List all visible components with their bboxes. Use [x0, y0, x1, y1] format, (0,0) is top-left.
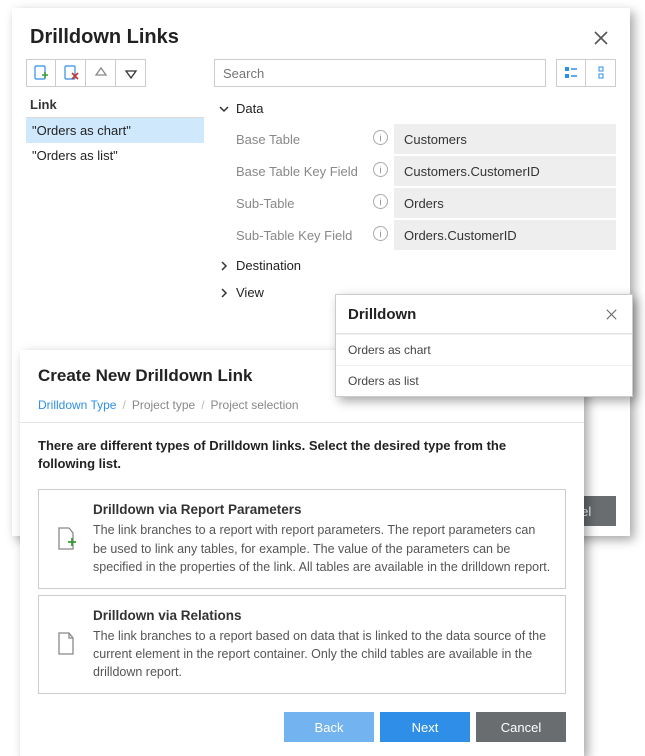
prop-value[interactable]: Customers.CustomerID — [394, 156, 616, 186]
view-alphabetic-button[interactable] — [586, 59, 616, 87]
prop-value[interactable]: Orders.CustomerID — [394, 220, 616, 250]
option-relations[interactable]: Drilldown via Relations The link branche… — [38, 595, 566, 694]
breadcrumb: Drilldown Type/Project type/Project sele… — [20, 394, 584, 423]
breadcrumb-step[interactable]: Drilldown Type — [38, 398, 116, 412]
drilldown-popup: Drilldown Orders as chart Orders as list — [335, 294, 633, 397]
links-header: Link — [26, 93, 204, 118]
document-plus-icon — [53, 502, 79, 575]
option-report-parameters[interactable]: Drilldown via Report Parameters The link… — [38, 489, 566, 588]
section-destination[interactable]: Destination — [214, 252, 616, 279]
properties-panel: Data Base Table i Customers Base Table Ke… — [214, 59, 616, 306]
option-text: The link branches to a report based on d… — [93, 627, 551, 681]
drilldown-item[interactable]: Orders as chart — [336, 334, 632, 365]
section-label: View — [236, 285, 264, 300]
links-panel: Link "Orders as chart" "Orders as list" — [26, 59, 204, 306]
view-categorized-button[interactable] — [556, 59, 586, 87]
move-up-button[interactable] — [86, 59, 116, 87]
dialog-description: There are different types of Drilldown l… — [20, 423, 584, 483]
document-icon — [53, 608, 79, 681]
section-data[interactable]: Data — [214, 95, 616, 122]
option-title: Drilldown via Report Parameters — [93, 502, 551, 517]
link-item[interactable]: "Orders as chart" — [26, 118, 204, 143]
search-input[interactable] — [214, 59, 546, 87]
prop-row: Sub-Table i Orders — [214, 188, 616, 218]
prop-value[interactable]: Customers — [394, 124, 616, 154]
chevron-right-icon — [216, 261, 232, 271]
cancel-button[interactable]: Cancel — [476, 712, 566, 742]
back-button[interactable]: Back — [284, 712, 374, 742]
info-icon[interactable]: i — [373, 130, 388, 145]
option-text: The link branches to a report with repor… — [93, 521, 551, 575]
info-icon[interactable]: i — [373, 226, 388, 241]
close-icon[interactable] — [600, 303, 622, 325]
links-toolbar — [26, 59, 204, 87]
prop-row: Sub-Table Key Field i Orders.CustomerID — [214, 220, 616, 250]
chevron-right-icon — [216, 288, 232, 298]
drilldown-item[interactable]: Orders as list — [336, 365, 632, 396]
breadcrumb-step: Project type — [132, 398, 195, 412]
close-icon[interactable] — [590, 27, 612, 49]
prop-row: Base Table i Customers — [214, 124, 616, 154]
prop-label: Base Table — [236, 132, 300, 147]
section-label: Destination — [236, 258, 301, 273]
remove-link-button[interactable] — [56, 59, 86, 87]
next-button[interactable]: Next — [380, 712, 470, 742]
create-drilldown-dialog: Create New Drilldown Link Drilldown Type… — [20, 350, 584, 756]
move-down-button[interactable] — [116, 59, 146, 87]
prop-label: Sub-Table Key Field — [236, 228, 352, 243]
prop-row: Base Table Key Field i Customers.Customer… — [214, 156, 616, 186]
info-icon[interactable]: i — [373, 194, 388, 209]
link-item[interactable]: "Orders as list" — [26, 143, 204, 168]
prop-value[interactable]: Orders — [394, 188, 616, 218]
prop-label: Base Table Key Field — [236, 164, 358, 179]
chevron-down-icon — [216, 104, 232, 114]
add-link-button[interactable] — [26, 59, 56, 87]
section-label: Data — [236, 101, 263, 116]
option-title: Drilldown via Relations — [93, 608, 551, 623]
dialog-title: Drilldown Links — [30, 26, 590, 49]
breadcrumb-step: Project selection — [211, 398, 299, 412]
prop-label: Sub-Table — [236, 196, 295, 211]
popup-title: Drilldown — [348, 306, 600, 323]
info-icon[interactable]: i — [373, 162, 388, 177]
